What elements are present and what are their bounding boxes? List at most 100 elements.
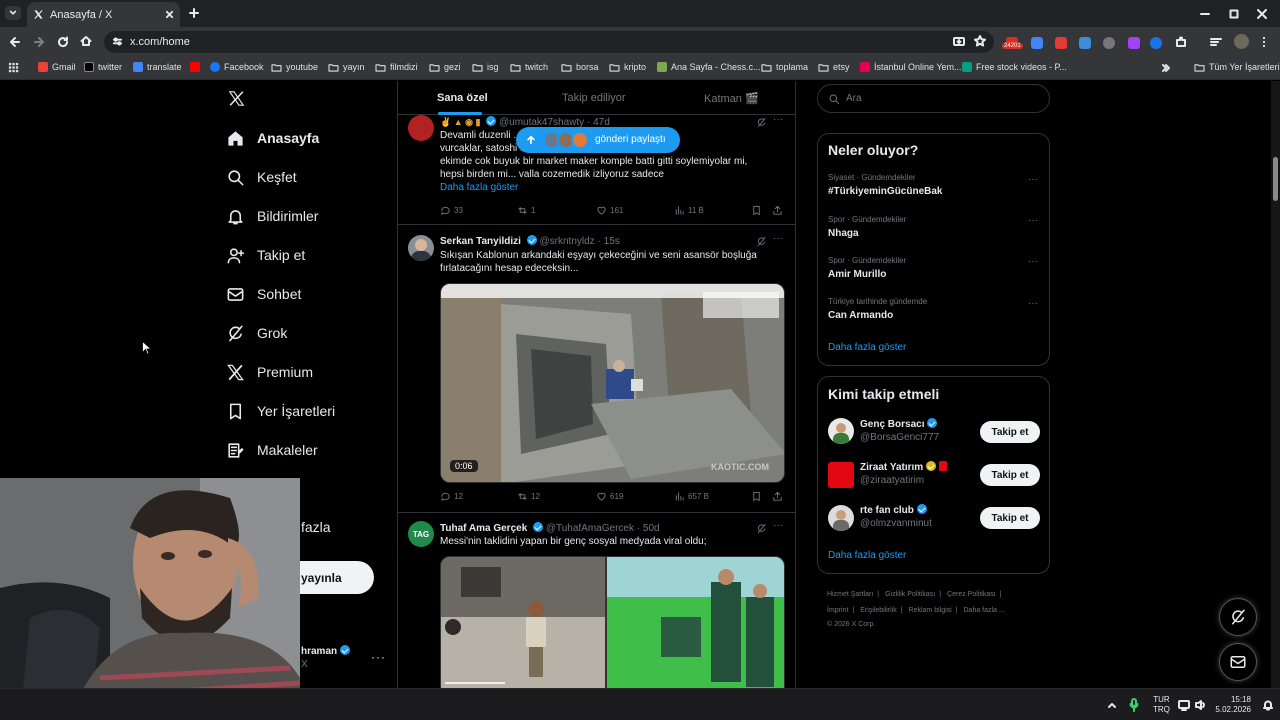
- extension-abp-icon[interactable]: [1055, 37, 1067, 49]
- extension-icon-6[interactable]: [1128, 37, 1140, 49]
- nav-chat[interactable]: Sohbet: [226, 281, 301, 307]
- bookmark-folder-yayin[interactable]: yayın: [328, 62, 365, 72]
- bookmark-yemeksepeti[interactable]: İstanbul Online Yem...: [860, 62, 962, 72]
- address-bar[interactable]: x.com/home: [104, 31, 994, 53]
- post-avatar[interactable]: TAG: [408, 521, 434, 547]
- nav-premium[interactable]: Premium: [226, 359, 313, 385]
- video-progress-bar[interactable]: [445, 682, 505, 684]
- back-icon[interactable]: [9, 36, 21, 48]
- window-close-icon[interactable]: [1257, 9, 1267, 19]
- bookmark-translate[interactable]: translate: [133, 62, 182, 72]
- post-video[interactable]: KAOTIC.COM 0:06: [440, 283, 785, 483]
- maximize-icon[interactable]: [1229, 9, 1239, 19]
- nav-bookmarks[interactable]: Yer İşaretleri: [226, 398, 335, 424]
- post[interactable]: TAG Tuhaf Ama Gerçek @TuhafAmaGercek · 5…: [398, 513, 795, 688]
- views-button[interactable]: 657 B: [674, 491, 709, 502]
- post-author-name[interactable]: Serkan Tanyildizi: [440, 236, 521, 247]
- site-settings-icon[interactable]: [112, 36, 123, 47]
- trend-more-icon[interactable]: ···: [1028, 174, 1038, 185]
- post-more-icon[interactable]: ···: [773, 114, 783, 125]
- microphone-icon[interactable]: [1129, 698, 1139, 712]
- follow-button[interactable]: Takip et: [980, 464, 1040, 486]
- apps-grid-icon[interactable]: [8, 62, 19, 73]
- install-app-icon[interactable]: [953, 36, 965, 48]
- minimize-icon[interactable]: [1200, 9, 1210, 19]
- messages-float-button[interactable]: [1219, 643, 1257, 681]
- system-clock[interactable]: 15:18 5.02.2026: [1215, 695, 1251, 715]
- trend-more-icon[interactable]: ···: [1028, 215, 1038, 226]
- suggestion-name[interactable]: Ziraat Yatırım: [860, 461, 948, 473]
- trend-item[interactable]: Amir Murillo: [828, 269, 886, 280]
- browser-tab[interactable]: Anasayfa / X: [27, 2, 180, 27]
- bookmark-chess[interactable]: Ana Sayfa - Chess.c...: [657, 62, 761, 72]
- bookmark-icon[interactable]: [751, 491, 762, 502]
- tab-following[interactable]: Takip ediliyor: [562, 92, 626, 104]
- home-icon[interactable]: [80, 35, 92, 47]
- new-tab-icon[interactable]: [189, 8, 199, 18]
- bookmark-folder-borsa[interactable]: borsa: [561, 62, 599, 72]
- views-button[interactable]: 11 B: [674, 205, 704, 216]
- extensions-puzzle-icon[interactable]: [1175, 36, 1187, 48]
- post[interactable]: Serkan Tanyildizi @srkntnyldz · 15s ··· …: [398, 225, 795, 513]
- extension-icon-4[interactable]: [1079, 37, 1091, 49]
- like-button[interactable]: 161: [596, 205, 623, 216]
- post-avatar[interactable]: [408, 115, 434, 141]
- suggestion-avatar[interactable]: [828, 462, 854, 488]
- nav-more-label[interactable]: fazla: [301, 519, 331, 535]
- trends-show-more-link[interactable]: Daha fazla göster: [828, 342, 906, 353]
- bookmark-facebook[interactable]: Facebook: [210, 62, 264, 72]
- nav-notifications[interactable]: Bildirimler: [226, 203, 318, 229]
- bookmark-folder-isg[interactable]: isg: [472, 62, 499, 72]
- tab-katman[interactable]: Katman 🎬: [704, 92, 759, 105]
- trend-item[interactable]: Can Armando: [828, 310, 893, 321]
- notification-bell-icon[interactable]: [1262, 699, 1274, 711]
- bookmark-folder-etsy[interactable]: etsy: [818, 62, 850, 72]
- post-more-icon[interactable]: ···: [773, 520, 783, 531]
- who-show-more-link[interactable]: Daha fazla göster: [828, 550, 906, 561]
- nav-explore[interactable]: Keşfet: [226, 164, 297, 190]
- footer-link[interactable]: Gizlilik Politikası: [885, 591, 935, 598]
- bookmark-gmail[interactable]: Gmail: [38, 62, 76, 72]
- bookmark-folder-youtube[interactable]: youtube: [271, 62, 318, 72]
- forward-icon[interactable]: [33, 36, 45, 48]
- reload-icon[interactable]: [57, 36, 69, 48]
- extension-translate-icon[interactable]: [1031, 37, 1043, 49]
- footer-link[interactable]: İmprint: [827, 607, 848, 614]
- profile-avatar[interactable]: [1234, 34, 1249, 49]
- bookmark-icon[interactable]: [751, 205, 762, 216]
- reply-button[interactable]: 12: [440, 491, 463, 502]
- show-more-link[interactable]: Daha fazla göster: [440, 181, 785, 194]
- suggestion-name[interactable]: Genç Borsacı: [860, 418, 938, 430]
- grok-icon[interactable]: [756, 236, 767, 247]
- extension-icon-7[interactable]: [1150, 37, 1162, 49]
- trend-more-icon[interactable]: ···: [1028, 298, 1038, 309]
- suggestion-avatar[interactable]: [828, 418, 854, 444]
- grok-icon[interactable]: [756, 523, 767, 534]
- network-icon[interactable]: [1178, 699, 1190, 711]
- extension-icon-5[interactable]: [1103, 37, 1115, 49]
- tab-for-you[interactable]: Sana özel: [437, 92, 488, 104]
- footer-link[interactable]: Reklam bilgisi: [909, 607, 952, 614]
- input-language[interactable]: TUR TRQ: [1153, 695, 1170, 715]
- post-author-name[interactable]: Tuhaf Ama Gerçek: [440, 523, 527, 534]
- x-logo-icon[interactable]: [228, 90, 245, 107]
- post-more-icon[interactable]: ···: [773, 233, 783, 244]
- close-icon[interactable]: [165, 10, 174, 19]
- tab-search-button[interactable]: [5, 6, 21, 20]
- share-icon[interactable]: [772, 205, 783, 216]
- follow-button[interactable]: Takip et: [980, 421, 1040, 443]
- bookmark-star-icon[interactable]: [974, 35, 986, 47]
- follow-button[interactable]: Takip et: [980, 507, 1040, 529]
- search-input[interactable]: Ara: [817, 84, 1050, 113]
- like-button[interactable]: 619: [596, 491, 623, 502]
- reply-button[interactable]: 33: [440, 205, 463, 216]
- nav-home[interactable]: Anasayfa: [226, 125, 319, 151]
- media-controls-icon[interactable]: [1210, 36, 1222, 48]
- footer-link[interactable]: Hizmet Şartları: [827, 591, 873, 598]
- volume-icon[interactable]: [1195, 699, 1207, 711]
- repost-button[interactable]: 12: [517, 491, 540, 502]
- suggestion-avatar[interactable]: [828, 505, 854, 531]
- repost-button[interactable]: 1: [517, 205, 535, 216]
- bookmark-folder-toplama[interactable]: toplama: [761, 62, 808, 72]
- suggestion-name[interactable]: rte fan club: [860, 504, 927, 516]
